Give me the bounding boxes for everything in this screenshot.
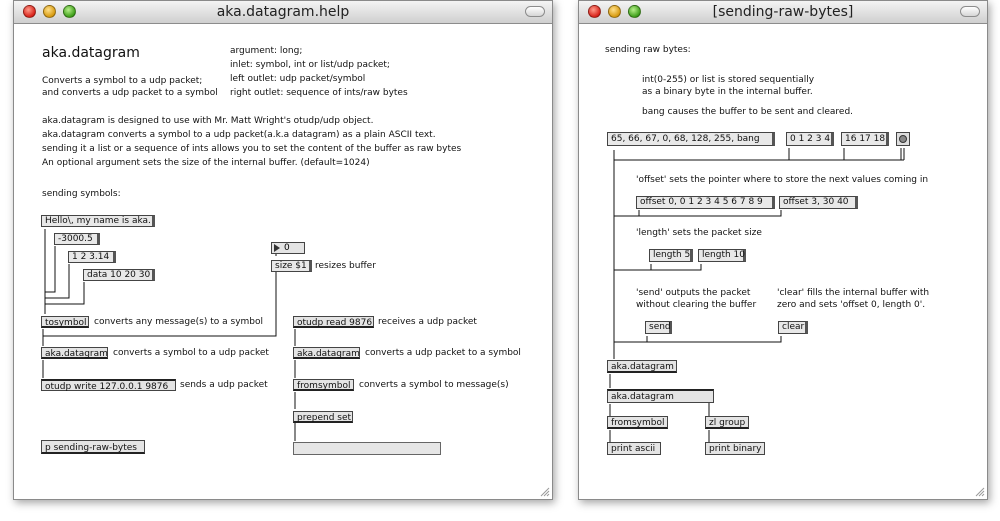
object-otudp-read[interactable]: otudp read 9876	[293, 316, 374, 328]
note-resize: resizes buffer	[315, 261, 376, 271]
object-aka-datagram-1[interactable]: aka.datagram	[607, 360, 677, 373]
subpatch-sending-raw-bytes[interactable]: p sending-raw-bytes	[41, 440, 145, 454]
patcher-canvas[interactable]: aka.datagram argument: long; inlet: symb…	[14, 24, 552, 499]
number-value: 0	[284, 243, 290, 253]
object-aka-datagram-send[interactable]: aka.datagram	[41, 347, 108, 359]
message-byte-sequence[interactable]: 65, 66, 67, 0, 68, 128, 255, bang	[607, 132, 775, 146]
description-bang: bang causes the buffer to be sent and cl…	[642, 107, 854, 117]
description-line-4: An optional argument sets the size of th…	[42, 158, 370, 168]
left-outlet-info: left outlet: udp packet/symbol	[230, 74, 366, 84]
message-data[interactable]: data 10 20 30	[83, 269, 155, 281]
note-fromsymbol: converts a symbol to message(s)	[359, 380, 509, 390]
note-tosymbol: converts any message(s) to a symbol	[94, 317, 264, 327]
note-otudp-read: receives a udp packet	[378, 317, 477, 327]
message-float[interactable]: -3000.5	[54, 233, 100, 245]
message-hello[interactable]: Hello\, my name is aka.	[41, 215, 155, 227]
number-box[interactable]: 0	[271, 242, 305, 254]
toolbar-toggle-button[interactable]	[960, 6, 980, 17]
inlet-info: inlet: symbol, int or list/udp packet;	[230, 60, 390, 70]
title-bar[interactable]: aka.datagram.help	[14, 1, 552, 24]
object-heading: aka.datagram	[42, 45, 140, 61]
object-fromsymbol[interactable]: fromsymbol	[607, 416, 668, 429]
description-line-3: sending it a list or a sequence of ints …	[42, 144, 462, 154]
note-clear-line-1: 'clear' fills the internal buffer with	[777, 288, 930, 298]
message-display-box[interactable]	[293, 442, 441, 455]
note-datagram-send: converts a symbol to a udp packet	[113, 348, 269, 358]
section-label: sending symbols:	[42, 189, 121, 199]
subpatch-window: [sending-raw-bytes] sending raw bytes: i…	[578, 0, 988, 500]
note-offset: 'offset' sets the pointer where to store…	[636, 175, 929, 185]
summary-line-1: Converts a symbol to a udp packet;	[42, 76, 203, 86]
message-offset-3[interactable]: offset 3, 30 40	[779, 196, 858, 209]
patcher-canvas[interactable]: sending raw bytes: int(0-255) or list is…	[579, 24, 987, 499]
note-send-line-1: 'send' outputs the packet	[636, 288, 751, 298]
message-offset-0[interactable]: offset 0, 0 1 2 3 4 5 6 7 8 9	[636, 196, 775, 209]
message-clear[interactable]: clear	[778, 321, 808, 334]
object-zl-group[interactable]: zl group	[705, 416, 749, 429]
message-send[interactable]: send	[645, 321, 672, 334]
argument-info: argument: long;	[230, 46, 303, 56]
message-length-10[interactable]: length 10	[698, 249, 746, 262]
description-line-1: int(0-255) or list is stored sequentiall…	[642, 75, 815, 85]
section-label: sending raw bytes:	[605, 45, 691, 55]
object-print-binary[interactable]: print binary	[705, 442, 765, 455]
toolbar-toggle-button[interactable]	[525, 6, 545, 17]
note-send-line-2: without clearing the buffer	[636, 300, 757, 310]
object-fromsymbol[interactable]: fromsymbol	[293, 379, 354, 391]
message-list[interactable]: 1 2 3.14	[68, 251, 116, 263]
message-length-5[interactable]: length 5	[649, 249, 693, 262]
bang-icon	[899, 135, 907, 143]
object-prepend-set[interactable]: prepend set	[293, 411, 353, 423]
title-bar[interactable]: [sending-raw-bytes]	[579, 1, 987, 24]
description-line-1: aka.datagram is designed to use with Mr.…	[42, 116, 374, 126]
right-outlet-info: right outlet: sequence of ints/raw bytes	[230, 88, 408, 98]
summary-line-2: and converts a udp packet to a symbol	[42, 88, 218, 98]
number-arrow-icon	[274, 244, 280, 252]
resize-grip-icon[interactable]	[538, 485, 550, 497]
note-clear-line-2: zero and sets 'offset 0, length 0'.	[777, 300, 926, 310]
note-datagram-receive: converts a udp packet to a symbol	[365, 348, 521, 358]
object-otudp-write[interactable]: otudp write 127.0.0.1 9876	[41, 379, 176, 392]
object-tosymbol[interactable]: tosymbol	[41, 316, 89, 328]
message-list-0-4[interactable]: 0 1 2 3 4	[786, 132, 834, 146]
object-aka-datagram-receive[interactable]: aka.datagram	[293, 347, 360, 359]
note-length: 'length' sets the packet size	[636, 228, 762, 238]
message-size[interactable]: size $1	[271, 260, 312, 272]
description-line-2: as a binary byte in the internal buffer.	[642, 87, 813, 97]
window-title: aka.datagram.help	[216, 4, 350, 20]
resize-grip-icon[interactable]	[973, 485, 985, 497]
description-line-2: aka.datagram converts a symbol to a udp …	[42, 130, 436, 140]
note-otudp-write: sends a udp packet	[180, 380, 268, 390]
object-aka-datagram-2[interactable]: aka.datagram	[607, 389, 714, 403]
window-title: [sending-raw-bytes]	[712, 4, 854, 20]
message-list-16-18[interactable]: 16 17 18	[841, 132, 889, 146]
bang-button[interactable]	[896, 132, 910, 146]
object-print-ascii[interactable]: print ascii	[607, 442, 661, 455]
help-window: aka.datagram.help aka.datagram argument:…	[13, 0, 553, 500]
